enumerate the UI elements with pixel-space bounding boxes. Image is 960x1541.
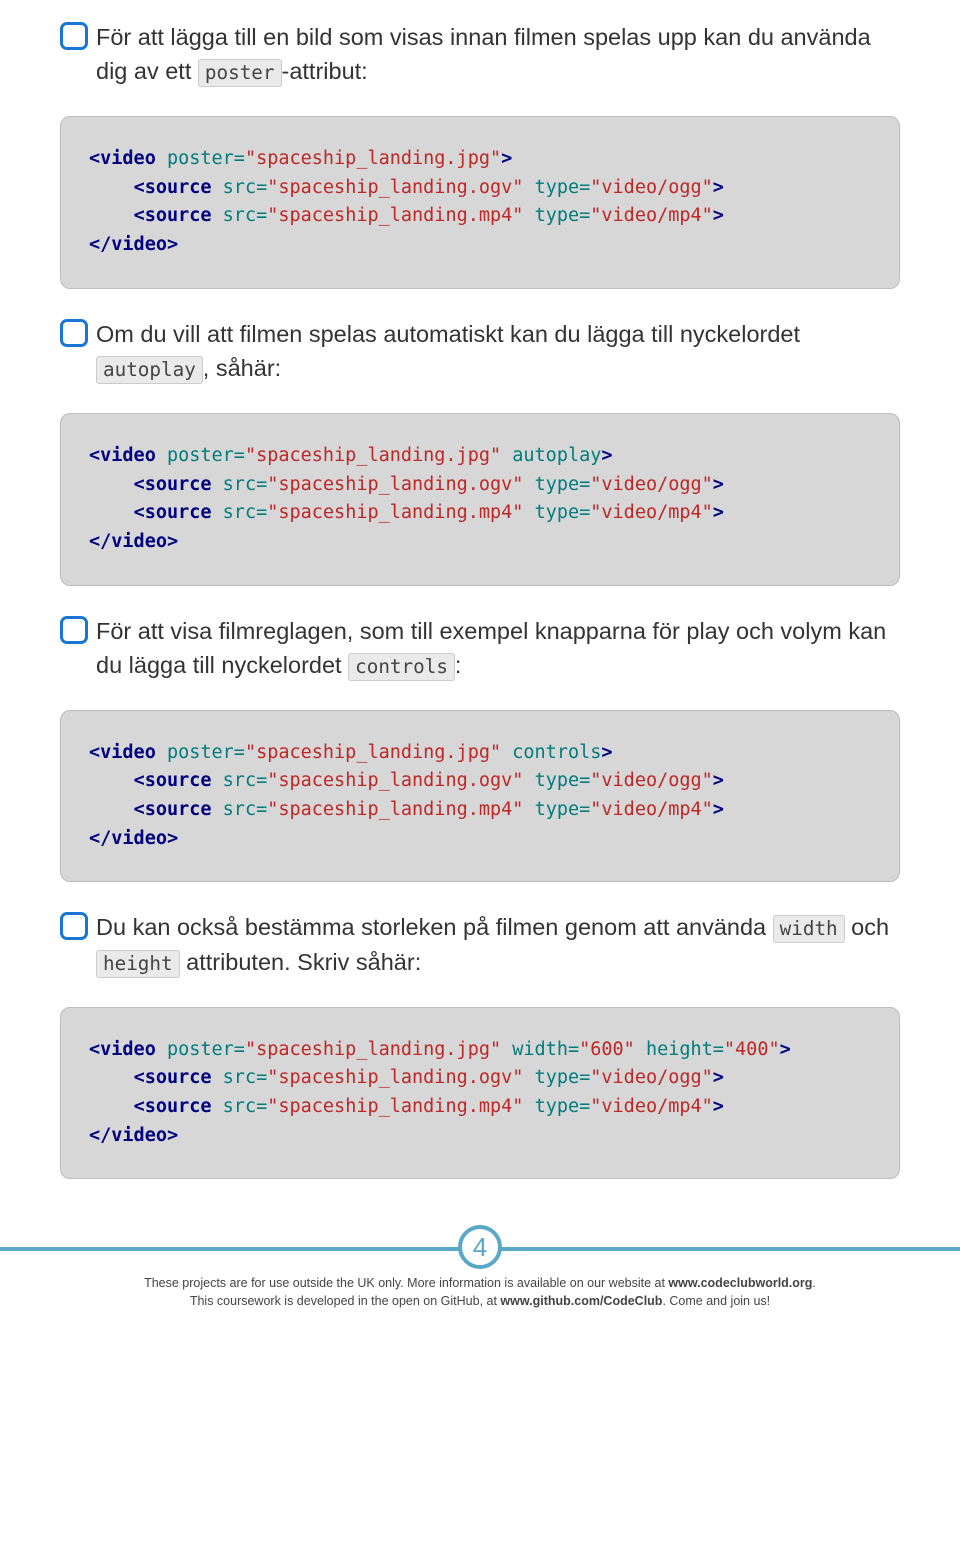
step-1-suffix: -attribut: <box>282 58 368 84</box>
code-block-3: <video poster="spaceship_landing.jpg" co… <box>60 710 900 883</box>
step-4-text: Du kan också bestämma storleken på filme… <box>96 910 900 978</box>
step-2: Om du vill att filmen spelas automatiskt… <box>60 317 900 385</box>
checkbox-icon[interactable] <box>60 22 88 50</box>
step-3-text: För att visa filmreglagen, som till exem… <box>96 614 900 682</box>
code-keyword: height <box>96 950 180 978</box>
footer-line2-b: www.github.com/CodeClub <box>500 1294 662 1308</box>
code-keyword: poster <box>198 59 282 87</box>
page-number-circle: 4 <box>458 1225 502 1269</box>
footer-line1-a: These projects are for use outside the U… <box>144 1276 668 1290</box>
checkbox-icon[interactable] <box>60 912 88 940</box>
code-keyword: controls <box>348 653 455 681</box>
page-number: 4 <box>473 1232 487 1263</box>
step-3-suffix: : <box>455 652 462 678</box>
step-4-mid: och <box>845 914 889 940</box>
footer-line2-a: This coursework is developed in the open… <box>190 1294 501 1308</box>
code-keyword: autoplay <box>96 356 203 384</box>
step-4: Du kan också bestämma storleken på filme… <box>60 910 900 978</box>
step-1-text: För att lägga till en bild som visas inn… <box>96 20 900 88</box>
step-4-prefix: Du kan också bestämma storleken på filme… <box>96 914 773 940</box>
step-2-text: Om du vill att filmen spelas automatiskt… <box>96 317 900 385</box>
document-body: För att lägga till en bild som visas inn… <box>0 20 960 1237</box>
code-block-1: <video poster="spaceship_landing.jpg"> <… <box>60 116 900 289</box>
code-block-2: <video poster="spaceship_landing.jpg" au… <box>60 413 900 586</box>
step-3-prefix: För att visa filmreglagen, som till exem… <box>96 618 886 678</box>
code-keyword: width <box>773 915 845 943</box>
footer-line1-b: www.codeclubworld.org <box>668 1276 812 1290</box>
step-2-suffix: , såhär: <box>203 355 281 381</box>
checkbox-icon[interactable] <box>60 616 88 644</box>
footer-line2-c: . Come and join us! <box>662 1294 770 1308</box>
step-2-prefix: Om du vill att filmen spelas automatiskt… <box>96 321 800 347</box>
step-1: För att lägga till en bild som visas inn… <box>60 20 900 88</box>
step-3: För att visa filmreglagen, som till exem… <box>60 614 900 682</box>
footer-line1-c: . <box>812 1276 815 1290</box>
footer-text: These projects are for use outside the U… <box>0 1275 960 1330</box>
footer: 4 These projects are for use outside the… <box>0 1247 960 1330</box>
code-block-4: <video poster="spaceship_landing.jpg" wi… <box>60 1007 900 1180</box>
checkbox-icon[interactable] <box>60 319 88 347</box>
step-4-suffix: attributen. Skriv såhär: <box>180 949 422 975</box>
